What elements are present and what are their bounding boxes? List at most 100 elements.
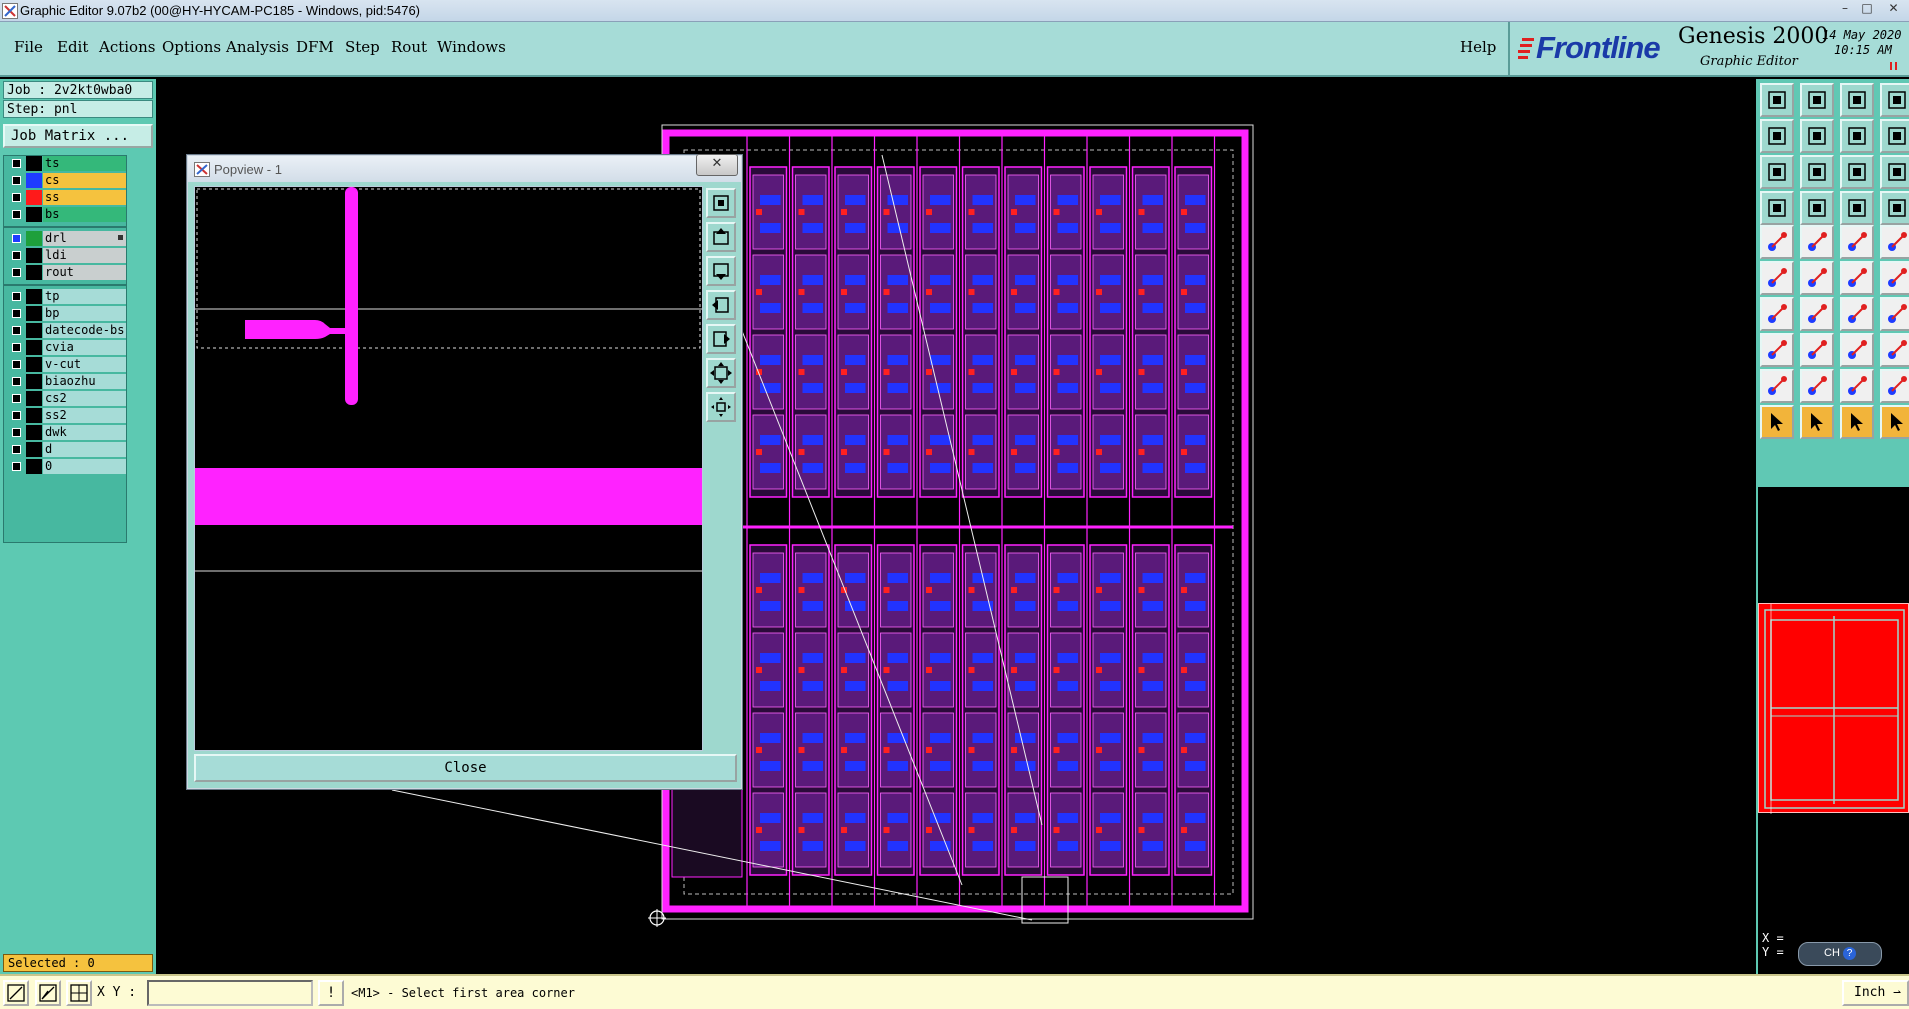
- layer-row[interactable]: 0: [4, 459, 126, 475]
- pointer-button[interactable]: [1760, 405, 1794, 439]
- layer-checkbox[interactable]: [12, 360, 21, 369]
- triangle2-button[interactable]: [1800, 369, 1834, 403]
- rect-select-button[interactable]: [1760, 333, 1794, 367]
- job-matrix-button[interactable]: Job Matrix ...: [3, 124, 153, 148]
- angle-button[interactable]: [1760, 297, 1794, 331]
- layer-checkbox[interactable]: [12, 343, 21, 352]
- units-selector[interactable]: Inch ⇀: [1842, 980, 1909, 1006]
- layer-row[interactable]: cvia: [4, 340, 126, 356]
- layer-row[interactable]: ss: [4, 190, 126, 206]
- pan-left-button[interactable]: [1760, 119, 1794, 153]
- menu-windows[interactable]: Windows: [437, 38, 506, 56]
- popview-canvas[interactable]: [194, 186, 703, 751]
- layer-checkbox[interactable]: [12, 176, 21, 185]
- popview-zoom-out-button[interactable]: [706, 392, 736, 422]
- connect-button[interactable]: [1760, 261, 1794, 295]
- popview-zoom-in-button[interactable]: [706, 188, 736, 218]
- menu-dfm[interactable]: DFM: [296, 38, 334, 56]
- ruler-button[interactable]: [1840, 225, 1874, 259]
- menu-analysis[interactable]: Analysis: [226, 38, 289, 56]
- popview-zoom-fit-button[interactable]: [706, 358, 736, 388]
- layer-checkbox[interactable]: [12, 268, 21, 277]
- snap-mode-button[interactable]: [3, 980, 29, 1006]
- triangle4-button[interactable]: [1880, 369, 1909, 403]
- menu-options[interactable]: Options: [162, 38, 221, 56]
- zoom-fit-button[interactable]: [1760, 155, 1794, 189]
- layer-row[interactable]: ts: [4, 156, 126, 172]
- multi-button[interactable]: [1880, 333, 1909, 367]
- layer-row[interactable]: rout: [4, 265, 126, 281]
- measure-mode-button[interactable]: [35, 980, 61, 1006]
- menu-rout[interactable]: Rout: [391, 38, 427, 56]
- triangle3-button[interactable]: [1840, 369, 1874, 403]
- line-color-button[interactable]: [1800, 225, 1834, 259]
- maximize-button[interactable]: □: [1856, 0, 1878, 18]
- pad-button[interactable]: [1880, 225, 1909, 259]
- pointer3-button[interactable]: [1840, 405, 1874, 439]
- move-button[interactable]: [1760, 225, 1794, 259]
- layer-checkbox[interactable]: [12, 462, 21, 471]
- layer-checkbox[interactable]: [12, 234, 21, 243]
- layer-checkbox[interactable]: [12, 411, 21, 420]
- layer-row[interactable]: bs: [4, 207, 126, 223]
- line-button[interactable]: [1800, 297, 1834, 331]
- save-top-button[interactable]: [1760, 83, 1794, 117]
- menu-step[interactable]: Step: [345, 38, 380, 56]
- arc-button[interactable]: [1840, 297, 1874, 331]
- pointer2-button[interactable]: [1800, 405, 1834, 439]
- layer-checkbox[interactable]: [12, 445, 21, 454]
- grid-mode-button[interactable]: [66, 980, 92, 1006]
- layer-row[interactable]: tp: [4, 289, 126, 305]
- zoom-half-button[interactable]: [1840, 119, 1874, 153]
- popview-close-button[interactable]: Close: [194, 754, 737, 782]
- arc-node-button[interactable]: [1840, 261, 1874, 295]
- layer-checkbox[interactable]: [12, 377, 21, 386]
- menu-actions[interactable]: Actions: [99, 38, 155, 56]
- popview-close-x-button[interactable]: ✕: [696, 154, 738, 176]
- delete-node-button[interactable]: [1800, 261, 1834, 295]
- text-button[interactable]: [1880, 297, 1909, 331]
- split-button[interactable]: [1880, 119, 1909, 153]
- layer-compare2-button[interactable]: [1880, 191, 1909, 225]
- layer-row[interactable]: drl: [4, 231, 126, 247]
- layer-checkbox[interactable]: [12, 292, 21, 301]
- layer-checkbox[interactable]: [12, 210, 21, 219]
- help-button[interactable]: [1880, 155, 1909, 189]
- dash-line-button[interactable]: [1800, 333, 1834, 367]
- layer-checkbox[interactable]: [12, 394, 21, 403]
- grid-button[interactable]: [1800, 191, 1834, 225]
- home-button[interactable]: [1840, 83, 1874, 117]
- pointer4-button[interactable]: [1880, 405, 1909, 439]
- pan-right-button[interactable]: [1800, 119, 1834, 153]
- layer-compare-button[interactable]: [1840, 191, 1874, 225]
- layer-row[interactable]: biaozhu: [4, 374, 126, 390]
- menu-help[interactable]: Help: [1460, 38, 1496, 56]
- layer-row[interactable]: datecode-bs: [4, 323, 126, 339]
- layer-row[interactable]: cs2: [4, 391, 126, 407]
- window-button[interactable]: [1880, 83, 1909, 117]
- xy-input[interactable]: [147, 980, 313, 1006]
- layer-row[interactable]: cs: [4, 173, 126, 189]
- popview-pan-up-button[interactable]: [706, 222, 736, 252]
- box-button[interactable]: [1840, 333, 1874, 367]
- scale-1-2-button[interactable]: [1840, 155, 1874, 189]
- layer-checkbox[interactable]: [12, 193, 21, 202]
- layer-checkbox[interactable]: [12, 309, 21, 318]
- popview-pan-down-button[interactable]: [706, 256, 736, 286]
- triangle-button[interactable]: [1760, 369, 1794, 403]
- pad-node-button[interactable]: [1880, 261, 1909, 295]
- minimize-button[interactable]: –: [1834, 0, 1856, 18]
- layer-row[interactable]: ldi: [4, 248, 126, 264]
- layer-checkbox[interactable]: [12, 326, 21, 335]
- warning-button[interactable]: !: [318, 980, 344, 1006]
- layer-row[interactable]: bp: [4, 306, 126, 322]
- zoom-center-button[interactable]: [1800, 155, 1834, 189]
- layer-checkbox[interactable]: [12, 159, 21, 168]
- save-down-button[interactable]: [1800, 83, 1834, 117]
- layer-checkbox[interactable]: [12, 428, 21, 437]
- layer-row[interactable]: ss2: [4, 408, 126, 424]
- panel-overview-map[interactable]: [1758, 603, 1909, 814]
- snap-button[interactable]: [1760, 191, 1794, 225]
- layer-row[interactable]: v-cut: [4, 357, 126, 373]
- menu-file[interactable]: File: [14, 38, 43, 56]
